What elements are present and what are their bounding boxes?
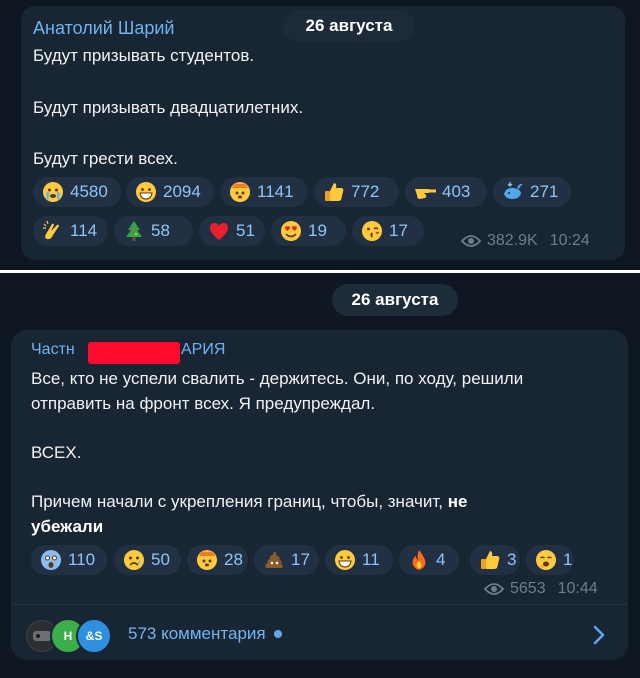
avatar: &S [76,618,112,654]
forwarded-author-start[interactable]: Частн [31,341,75,359]
reaction-chip[interactable]: 772 [314,177,399,207]
reaction-count: 110 [68,550,96,569]
message-line: Все, кто не успели свалить - держитесь. … [31,369,524,388]
message-line: Будут грести всех. [33,149,178,168]
reaction-count: 19 [308,221,327,240]
message-meta-1: 382.9K 10:24 [461,232,590,250]
views-icon [461,235,481,247]
reaction-count: 28 [224,550,243,569]
reaction-count: 11 [362,550,380,569]
reaction-chip[interactable]: 11 [325,545,393,575]
fire-icon [408,549,430,571]
message-time: 10:44 [557,580,598,597]
reaction-chip[interactable]: 114 [33,216,108,246]
yawning-face-icon [535,549,557,571]
reaction-chip[interactable]: 17 [352,216,424,246]
message-line: Причем начали с укрепления границ, чтобы… [31,489,467,514]
reaction-chip[interactable]: 2094 [126,177,214,207]
date-separator: 26 августа [332,284,458,316]
view-count: 382.9K [487,232,538,249]
reaction-chip[interactable]: 28 [187,545,248,575]
message-line: ВСЕХ. [31,443,82,462]
message-text: Причем начали с укрепления границ, чтобы… [31,492,444,511]
unread-dot [273,630,282,638]
reaction-chip[interactable]: 1141 [220,177,308,207]
whale-icon [502,181,524,203]
date-badge: 26 августа [283,10,415,42]
christmas-tree-icon [123,220,145,242]
thumbs-up-icon [323,181,345,203]
reaction-chip[interactable]: 58 [114,216,193,246]
reaction-count: 17 [389,221,408,240]
reaction-chip[interactable]: 4580 [33,177,121,207]
exploding-head-icon [196,549,218,571]
views-icon [484,583,504,595]
reaction-count: 58 [151,221,170,240]
view-count: 5653 [510,580,546,597]
comments-count: 573 комментария [128,624,266,643]
reaction-count: 50 [151,550,170,569]
kissing-face-icon [361,220,383,242]
reaction-count: 114 [70,221,98,240]
reaction-chip[interactable]: 1 [526,545,574,575]
exploding-head-icon [229,181,251,203]
message-line: отправить на фронт всех. Я предупреждал. [31,394,376,413]
reaction-count: 1141 [257,182,294,201]
reaction-count: 403 [442,182,471,201]
bold-line: убежали [31,517,104,536]
poop-icon [263,549,285,571]
heart-eyes-icon [280,220,302,242]
sad-face-icon [123,549,145,571]
pointing-hand-icon [414,181,436,203]
chevron-right-icon[interactable] [592,624,606,646]
clapping-hands-icon [42,220,64,242]
reaction-chip[interactable]: 271 [493,177,571,207]
reaction-chip[interactable]: 17 [254,545,319,575]
reaction-count: 4580 [70,182,108,201]
message-line: Будут призывать студентов. [33,46,255,65]
crying-face-icon [42,181,64,203]
commenter-avatars[interactable]: Н &S [24,618,116,654]
message-meta-2: 5653 10:44 [484,580,598,598]
divider-line [0,270,640,273]
thumbs-up-icon [479,549,501,571]
reaction-chip[interactable]: 3 [470,545,520,575]
comments-separator [11,604,628,605]
reaction-count: 1 [563,550,573,569]
grinning-face-icon [135,181,157,203]
grinning-face-icon [334,549,356,571]
reaction-count: 17 [291,550,310,569]
reaction-chip[interactable]: 403 [405,177,487,207]
reaction-count: 271 [530,182,559,201]
channel-author[interactable]: Анатолий Шарий [33,18,174,39]
reaction-count: 3 [507,550,517,569]
reaction-count: 772 [351,182,380,201]
message-line: Будут призывать двадцатилетних. [33,98,304,117]
reaction-chip[interactable]: 19 [271,216,346,246]
reaction-count: 4 [436,550,446,569]
comments-link[interactable]: 573 комментария [128,624,282,644]
reaction-chip[interactable]: 50 [114,545,181,575]
red-heart-icon [208,220,230,242]
reaction-count: 2094 [163,182,201,201]
reaction-chip[interactable]: 51 [199,216,265,246]
forwarded-author-end[interactable]: АРИЯ [181,341,225,359]
reaction-chip[interactable]: 110 [31,545,107,575]
message-time: 10:24 [549,232,590,249]
redaction-bar [88,342,180,364]
reaction-chip[interactable]: 4 [399,545,459,575]
reaction-count: 51 [236,221,255,240]
bold-text: не [447,492,468,511]
screaming-face-icon [40,549,62,571]
